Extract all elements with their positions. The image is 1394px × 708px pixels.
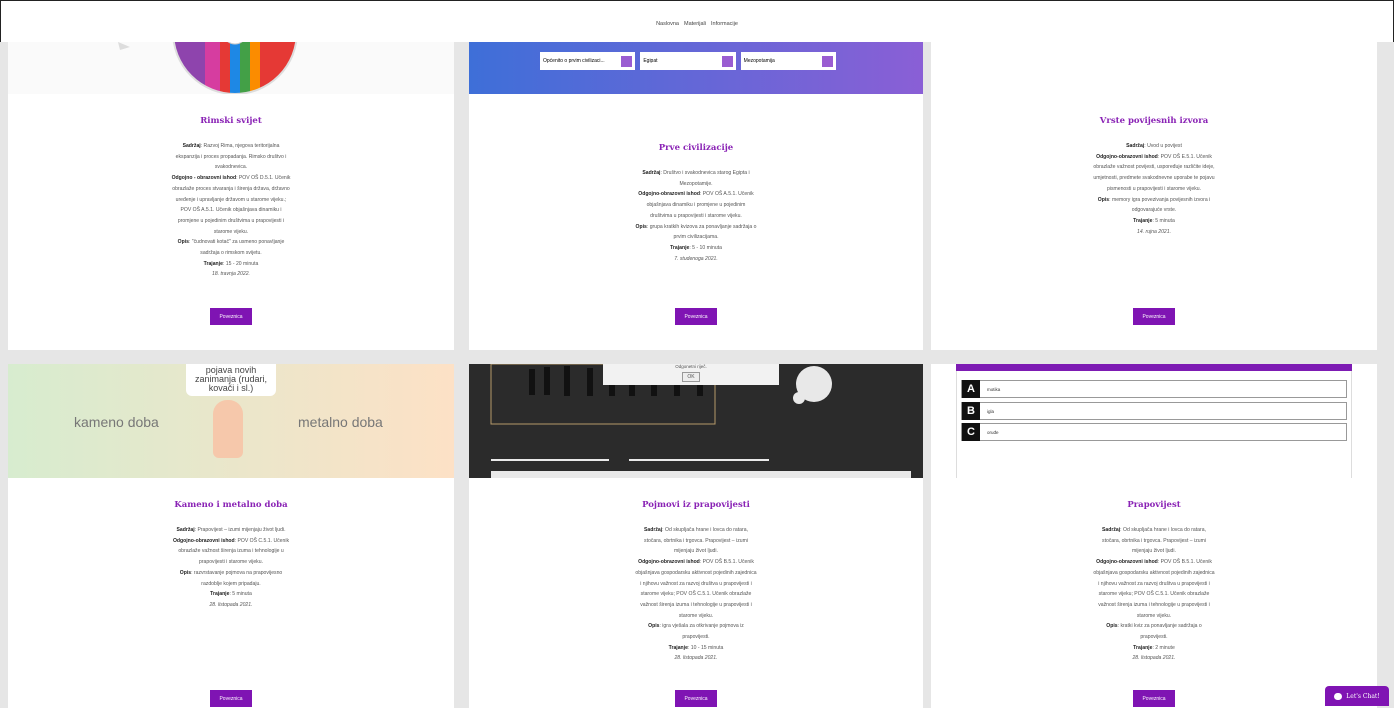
alert-dialog: Odgonetni riječ. OK xyxy=(603,364,779,385)
link-button[interactable]: Poveznica xyxy=(210,690,252,707)
card-vrste-povijesnih-izvora: Vrste povijesnih izvora Sadržaj: Uvod u … xyxy=(931,42,1377,350)
quiz-choice[interactable]: Mezopotamija xyxy=(740,52,836,70)
card-description: Sadržaj: Društvo i svakodnevica starog E… xyxy=(635,170,757,262)
alert-message: Odgonetni riječ. xyxy=(675,364,707,369)
hand-pointer-icon xyxy=(213,400,243,458)
quiz-choice[interactable]: Egipat xyxy=(640,52,736,70)
spinner-wheel-image xyxy=(118,42,298,94)
card-title: Prve civilizacije xyxy=(658,143,734,153)
card-rimski-svijet: Rimski svijet Sadržaj: Razvoj Rima, njeg… xyxy=(8,42,454,350)
quiz-answer[interactable]: A motika xyxy=(961,380,1347,398)
top-navigation: Naslovna Materijali Informacije xyxy=(0,0,1394,42)
card-body: Rimski svijet Sadržaj: Razvoj Rima, njeg… xyxy=(8,116,454,280)
link-button[interactable]: Poveznica xyxy=(675,308,717,325)
check-icon xyxy=(821,55,833,67)
card-thumbnail-wheel xyxy=(8,42,454,94)
nav-item-naslovna[interactable]: Naslovna xyxy=(656,21,679,27)
card-thumbnail-sort: pojava novih zanimanja (rudari, kovači i… xyxy=(8,364,454,478)
quiz-choice[interactable]: Općenito o prvim civilizaci... xyxy=(540,52,636,70)
card-title: Pojmovi iz prapovijesti xyxy=(642,500,750,510)
chat-button[interactable]: Let's Chat! xyxy=(1325,686,1389,706)
category-label-left: kameno doba xyxy=(74,414,159,430)
link-button[interactable]: Poveznica xyxy=(1133,690,1175,707)
card-prapovijest: A motika B igla C oruđe Prapovijest Sadr… xyxy=(931,364,1377,708)
link-button[interactable]: Poveznica xyxy=(675,690,717,707)
card-title: Vrste povijesnih izvora xyxy=(1099,116,1209,126)
card-description: Sadržaj: Razvoj Rima, njegova teritorija… xyxy=(171,143,291,278)
chat-bubble-icon xyxy=(1334,692,1343,700)
nav-item-informacije[interactable]: Informacije xyxy=(711,21,738,27)
card-body: Vrste povijesnih izvora Sadržaj: Uvod u … xyxy=(931,116,1377,237)
quiz-answer[interactable]: B igla xyxy=(961,402,1347,420)
card-title: Prapovijest xyxy=(1127,500,1181,510)
card-description: Sadržaj: Od skupljača hrane i lovca do r… xyxy=(1093,527,1215,662)
card-kameno-i-metalno-doba: pojava novih zanimanja (rudari, kovači i… xyxy=(8,364,454,708)
category-label-right: metalno doba xyxy=(298,414,383,430)
quiz-choices: Općenito o prvim civilizaci... Egipat Me… xyxy=(540,52,836,70)
card-title: Rimski svijet xyxy=(200,116,262,126)
card-thumbnail-quiz: A motika B igla C oruđe xyxy=(931,364,1377,478)
card-thumbnail-hangman: Odgonetni riječ. OK xyxy=(469,364,923,478)
card-body: Prve civilizacije Sadržaj: Društvo i sva… xyxy=(469,143,923,264)
card-prve-civilizacije: Općenito o prvim civilizaci... Egipat Me… xyxy=(469,42,923,350)
chat-label: Let's Chat! xyxy=(1346,692,1380,700)
card-description: Sadržaj: Uvod u povijest Odgojno-obrazov… xyxy=(1093,143,1215,235)
card-description: Sadržaj: Od skupljača hrane i lovca do r… xyxy=(635,527,757,662)
nav-item-materijali[interactable]: Materijali xyxy=(684,21,706,27)
quiz-answer[interactable]: C oruđe xyxy=(961,423,1347,441)
card-body: Prapovijest Sadržaj: Od skupljača hrane … xyxy=(931,500,1377,664)
card-description: Sadržaj: Prapovijest – izumi mijenjaju ž… xyxy=(172,527,290,608)
card-pojmovi-iz-prapovijesti: Odgonetni riječ. OK Pojmovi iz prapovije… xyxy=(469,364,923,708)
check-icon xyxy=(621,55,633,67)
card-body: Pojmovi iz prapovijesti Sadržaj: Od skup… xyxy=(469,500,923,664)
alert-ok-button[interactable]: OK xyxy=(682,372,700,382)
card-body: Kameno i metalno doba Sadržaj: Prapovije… xyxy=(8,500,454,611)
link-button[interactable]: Poveznica xyxy=(210,308,252,325)
card-thumbnail-quiz: Općenito o prvim civilizaci... Egipat Me… xyxy=(469,42,923,94)
quiz-header-bar xyxy=(956,364,1352,371)
check-icon xyxy=(721,55,733,67)
sort-card[interactable]: pojava novih zanimanja (rudari, kovači i… xyxy=(186,364,276,396)
card-title: Kameno i metalno doba xyxy=(174,500,288,510)
link-button[interactable]: Poveznica xyxy=(1133,308,1175,325)
